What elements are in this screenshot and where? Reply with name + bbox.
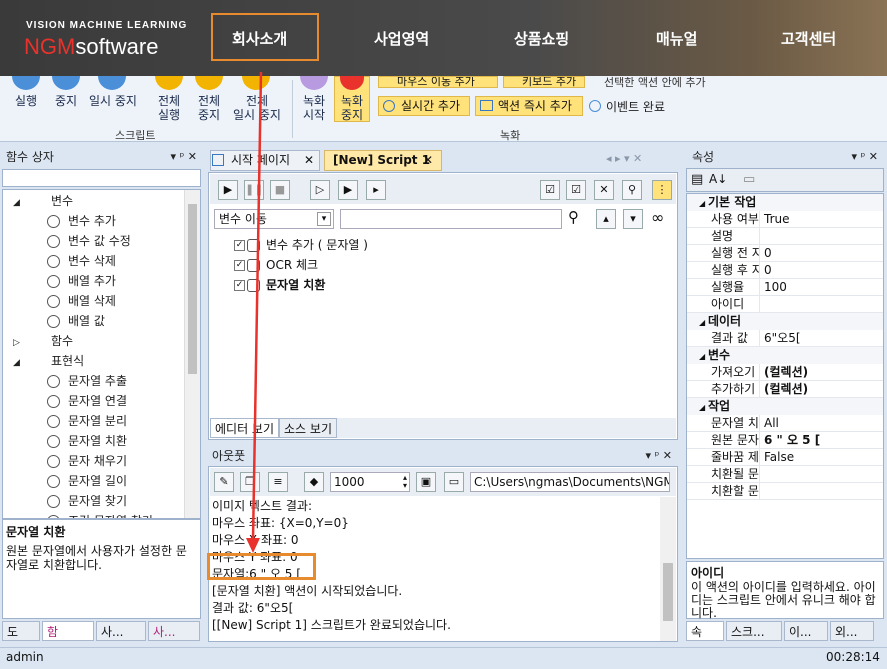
property-value[interactable]: 100 [759, 279, 883, 295]
property-category[interactable]: ◢ 기본 작업 [687, 194, 883, 211]
property-key: 실행율 [711, 280, 745, 294]
property-row[interactable]: 아이디 [687, 296, 883, 313]
collapse-icon[interactable]: ◢ [699, 199, 708, 208]
property-category-label: 데이터 [707, 314, 742, 328]
properties-header: 속성 ▾ ᵖ ✕ [686, 146, 884, 168]
property-description: 아이디 이 액션의 아이디를 입력하세요. 아이디는 스크립트 안에서 유니크 … [686, 561, 884, 620]
property-row[interactable]: 결과 값 6"오5[ [687, 330, 883, 347]
property-category[interactable]: ◢ 데이터 [687, 313, 883, 330]
collapse-icon[interactable]: ◢ [699, 318, 708, 327]
property-key: 사용 여부 [711, 212, 759, 226]
property-value[interactable]: 0 [759, 245, 883, 261]
property-category[interactable]: ◢ 변수 [687, 347, 883, 364]
property-key: 치환할 문 [711, 484, 759, 498]
property-row[interactable]: 추가하기 (컬렉션) [687, 381, 883, 398]
property-row[interactable]: 줄바꿈 제 False [687, 449, 883, 466]
property-desc-title: 아이디 [691, 566, 725, 580]
property-category-label: 작업 [707, 399, 731, 413]
property-value[interactable] [759, 228, 883, 244]
property-value[interactable]: (컬렉션) [759, 381, 883, 397]
properties-title: 속성 [692, 150, 715, 164]
property-value[interactable]: False [759, 449, 883, 465]
property-category[interactable]: ◢ 작업 [687, 398, 883, 415]
property-category-label: 기본 작업 [707, 195, 757, 209]
property-row[interactable]: 실행율 100 [687, 279, 883, 296]
property-value[interactable]: (컬렉션) [759, 364, 883, 380]
properties-toolbar: ▤ A↓ ▭ [686, 168, 884, 192]
property-value[interactable] [759, 296, 883, 312]
property-key: 실행 후 지 [711, 263, 759, 277]
property-key: 줄바꿈 제 [711, 450, 759, 464]
property-key: 설명 [711, 229, 734, 243]
property-row[interactable]: 가져오기 (컬렉션) [687, 364, 883, 381]
right-tab-image[interactable]: 이... [784, 621, 828, 641]
property-pages-icon[interactable]: ▭ [743, 172, 755, 187]
property-key: 원본 문자 [711, 433, 759, 447]
right-tab-external[interactable]: 외... [830, 621, 874, 641]
property-row[interactable]: 설명 [687, 228, 883, 245]
status-bar [0, 647, 887, 669]
property-desc-text: 이 액션의 아이디를 입력하세요. 아이디는 스크립트 안에서 유니크 해야 합… [691, 580, 876, 620]
property-key: 가져오기 [711, 365, 756, 379]
property-key: 추가하기 [711, 382, 756, 396]
property-value[interactable]: All [759, 415, 883, 431]
property-key: 문자열 치 [711, 416, 759, 430]
arrow-line [251, 71, 263, 541]
property-row[interactable]: 사용 여부 True [687, 211, 883, 228]
right-tab-script[interactable]: 스크... [726, 621, 782, 641]
property-row[interactable]: 실행 후 지0 [687, 262, 883, 279]
property-row[interactable]: 실행 전 지0 [687, 245, 883, 262]
property-row[interactable]: 치환될 문 [687, 466, 883, 483]
status-user: admin [6, 650, 44, 664]
collapse-icon[interactable]: ◢ [699, 352, 708, 361]
property-key: 아이디 [711, 297, 745, 311]
categorized-icon[interactable]: ▤ [691, 172, 703, 187]
property-value[interactable]: True [759, 211, 883, 227]
collapse-icon[interactable]: ◢ [699, 403, 708, 412]
property-key: 치환될 문 [711, 467, 759, 481]
sort-az-icon[interactable]: A↓ [709, 172, 727, 186]
property-value[interactable]: 6"오5[ [759, 330, 883, 346]
property-row[interactable]: 치환할 문 [687, 483, 883, 500]
right-bottom-tabs: 속 스크... 이... 외... [686, 621, 884, 643]
property-key: 실행 전 지 [711, 246, 759, 260]
property-grid: ◢ 기본 작업 사용 여부 True 설명 실행 전 지 0 실행 후 지 0 실행율 100 아이… [686, 193, 884, 559]
arrow-head [246, 538, 260, 553]
panel-pin-close-icons[interactable]: ▾ ᵖ ✕ [852, 146, 878, 168]
property-category-label: 변수 [707, 348, 731, 362]
property-row[interactable]: 문자열 치 All [687, 415, 883, 432]
property-row[interactable]: 원본 문자 6 " 오 5 [ [687, 432, 883, 449]
property-value[interactable]: 6 " 오 5 [ [759, 432, 883, 448]
property-key: 결과 값 [711, 331, 748, 345]
status-time: 00:28:14 [826, 650, 880, 664]
property-value[interactable]: 0 [759, 262, 883, 278]
property-value[interactable] [759, 466, 883, 482]
property-value[interactable] [759, 483, 883, 499]
right-tab-properties[interactable]: 속 [686, 621, 724, 641]
